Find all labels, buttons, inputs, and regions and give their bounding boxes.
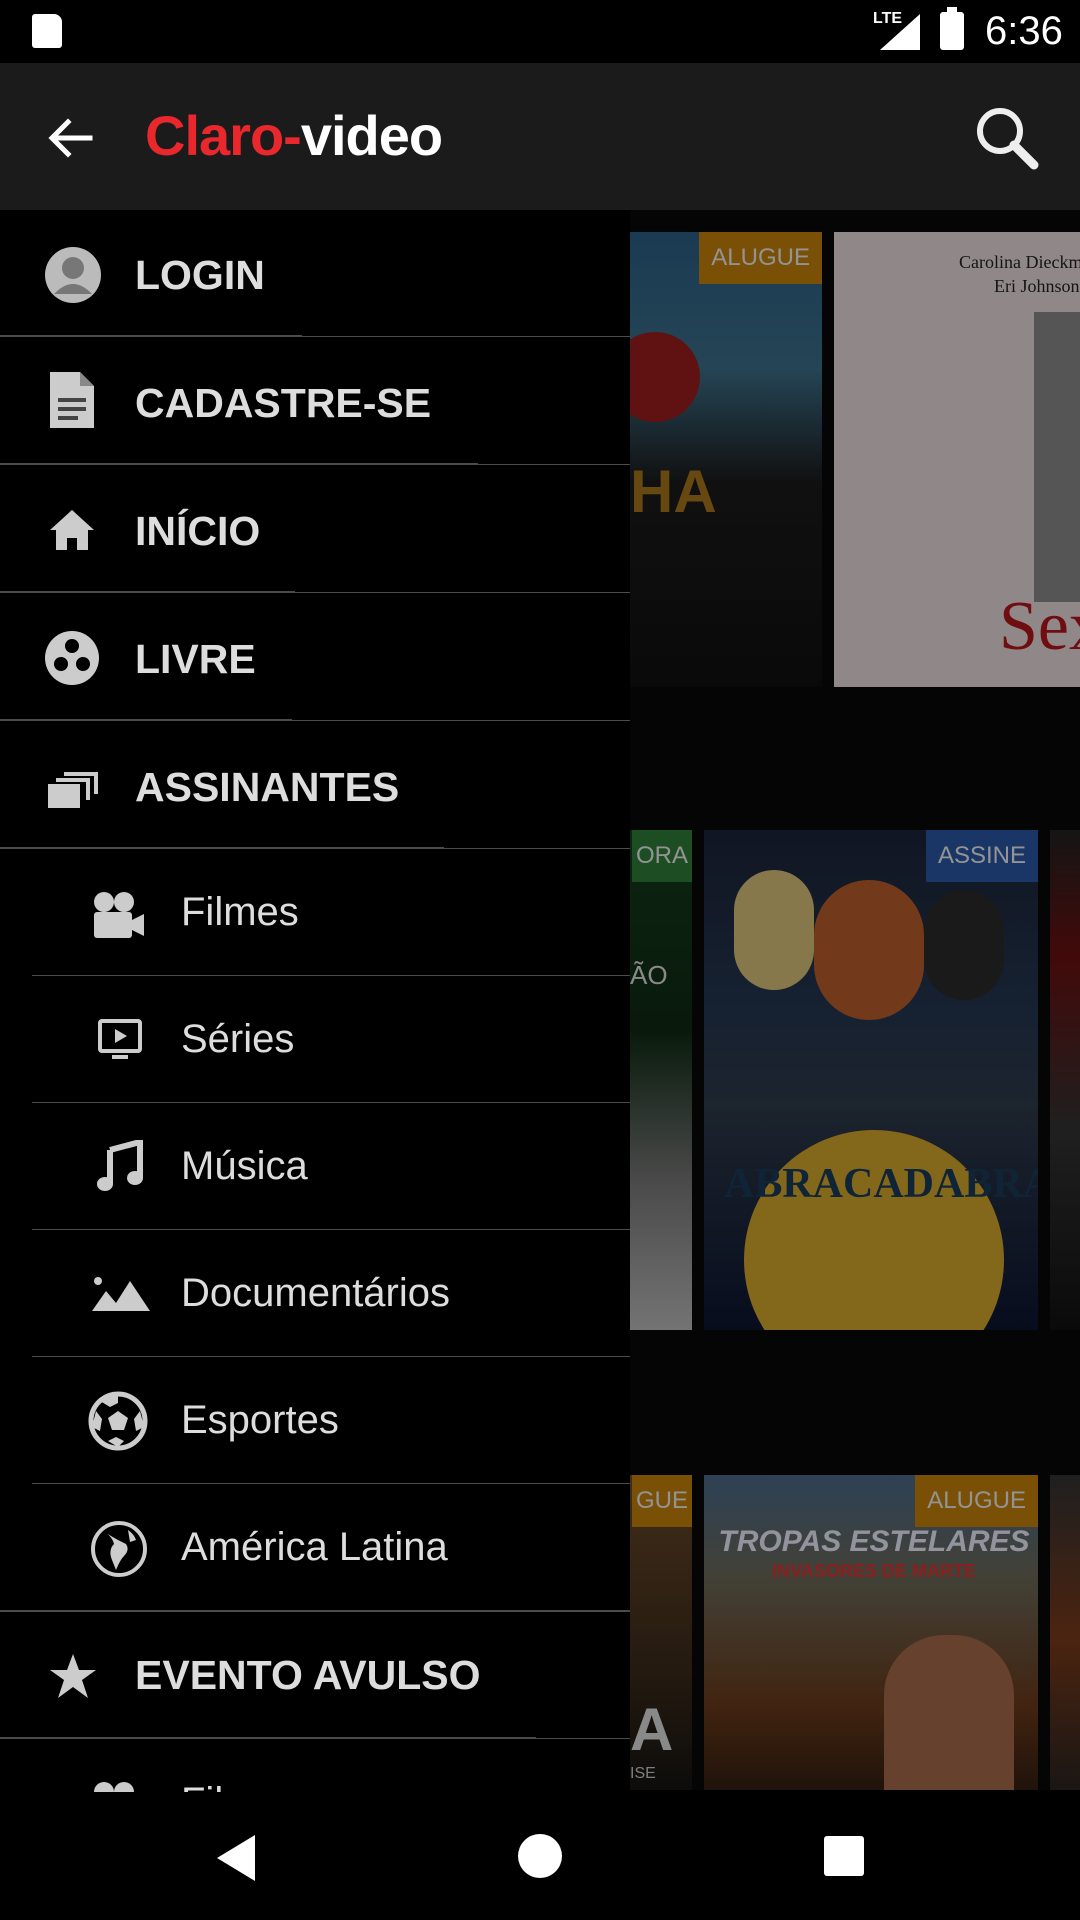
drawer-subitem-label: Filmes: [181, 1780, 299, 1792]
drawer-subitem-filmes-evento[interactable]: Filmes: [0, 1740, 630, 1792]
drawer-subitem-filmes[interactable]: Filmes: [0, 850, 630, 976]
back-arrow-icon[interactable]: [40, 108, 100, 168]
drawer-subitem-label: América Latina: [181, 1525, 448, 1569]
drawer-item-livre[interactable]: LIVRE: [0, 594, 630, 721]
drawer-subitem-musica[interactable]: Música: [0, 1104, 630, 1230]
video-camera-icon: [94, 1782, 134, 1792]
music-note-icon: [97, 1140, 143, 1191]
divider: [292, 720, 630, 721]
divider: [302, 336, 630, 337]
drawer-subitem-america-latina[interactable]: América Latina: [0, 1485, 630, 1611]
divider: [32, 975, 630, 976]
poster-sex[interactable]: Carolina Dieckm Eri Johnson Sex: [834, 232, 1080, 687]
globe-icon: [91, 1521, 147, 1577]
poster-abracadabra[interactable]: ABRACADABRA ASSINE: [704, 830, 1038, 1330]
drawer-item-label: LOGIN: [135, 252, 265, 298]
divider: [32, 1229, 630, 1230]
divider: [0, 591, 295, 593]
star-icon: [50, 1654, 96, 1698]
system-nav-bar: [0, 1792, 1080, 1920]
poster-partial-right[interactable]: [1050, 830, 1080, 1330]
divider: [295, 592, 630, 593]
poster-partial-left[interactable]: ORA ÃO: [630, 830, 692, 1330]
nav-back-icon[interactable]: [217, 1835, 255, 1881]
divider: [32, 1483, 630, 1484]
signal-icon: [880, 14, 920, 50]
poster-partial-right-2[interactable]: [1050, 1475, 1080, 1790]
nav-home-icon[interactable]: [518, 1834, 562, 1878]
navigation-drawer: LOGIN CADASTRE-SE INÍCIO LIVRE ASSINANTE…: [0, 210, 630, 1792]
drawer-item-label: LIVRE: [135, 636, 256, 682]
avatar-icon: [45, 247, 101, 303]
drawer-subitem-series[interactable]: Séries: [0, 977, 630, 1103]
drawer-item-evento-avulso[interactable]: EVENTO AVULSO: [0, 1612, 630, 1738]
video-camera-icon: [94, 892, 144, 938]
divider: [32, 1356, 630, 1357]
document-icon: [50, 372, 94, 428]
clock: 6:36: [985, 9, 1063, 53]
divider: [478, 464, 630, 465]
divider: [536, 1738, 630, 1739]
tv-icon: [98, 1019, 142, 1059]
drawer-item-label: CADASTRE-SE: [135, 380, 432, 426]
sd-card-icon: [32, 14, 62, 48]
app-bar: Claro-video: [0, 63, 1080, 210]
drawer-subitem-label: Documentários: [181, 1271, 451, 1315]
divider: [444, 848, 630, 849]
drawer-item-label: EVENTO AVULSO: [135, 1652, 481, 1698]
poster-spiderman[interactable]: HA ALUGUE: [630, 232, 822, 687]
divider: [0, 463, 478, 465]
subscribers-icon: [48, 772, 98, 808]
drawer-subitem-label: Esportes: [181, 1398, 339, 1442]
free-icon: [45, 631, 99, 685]
drawer-subitem-label: Séries: [181, 1017, 295, 1061]
drawer-subitem-esportes[interactable]: Esportes: [0, 1358, 630, 1484]
divider: [32, 1102, 630, 1103]
divider: [0, 847, 444, 849]
claro-video-logo: Claro-video: [145, 104, 443, 167]
soccer-ball-icon: [88, 1391, 148, 1451]
landscape-icon: [92, 1277, 150, 1311]
search-icon[interactable]: [972, 103, 1042, 173]
poster-partial-left-2[interactable]: GUE A ISE: [630, 1475, 692, 1790]
catalog-content: HA ALUGUE Carolina Dieckm Eri Johnson Se…: [630, 210, 1080, 1790]
drawer-item-login[interactable]: LOGIN: [0, 210, 630, 337]
divider: [0, 1737, 536, 1739]
drawer-subitem-documentarios[interactable]: Documentários: [0, 1231, 630, 1357]
drawer-item-cadastre-se[interactable]: CADASTRE-SE: [0, 338, 630, 465]
drawer-subitem-label: Música: [181, 1144, 308, 1188]
drawer-item-label: INÍCIO: [135, 508, 261, 554]
drawer-subitem-label: Filmes: [181, 890, 299, 934]
drawer-item-assinantes[interactable]: ASSINANTES: [0, 722, 630, 849]
drawer-item-label: ASSINANTES: [135, 764, 400, 810]
drawer-item-inicio[interactable]: INÍCIO: [0, 466, 630, 593]
poster-tropas-estelares[interactable]: TROPAS ESTELARES INVASORES DE MARTE ALUG…: [704, 1475, 1038, 1790]
home-icon: [50, 510, 94, 550]
divider: [0, 719, 292, 721]
divider: [0, 335, 302, 337]
nav-recents-icon[interactable]: [824, 1836, 864, 1876]
battery-charging-icon: [940, 7, 964, 50]
status-bar: LTE 6:36: [0, 0, 1080, 63]
